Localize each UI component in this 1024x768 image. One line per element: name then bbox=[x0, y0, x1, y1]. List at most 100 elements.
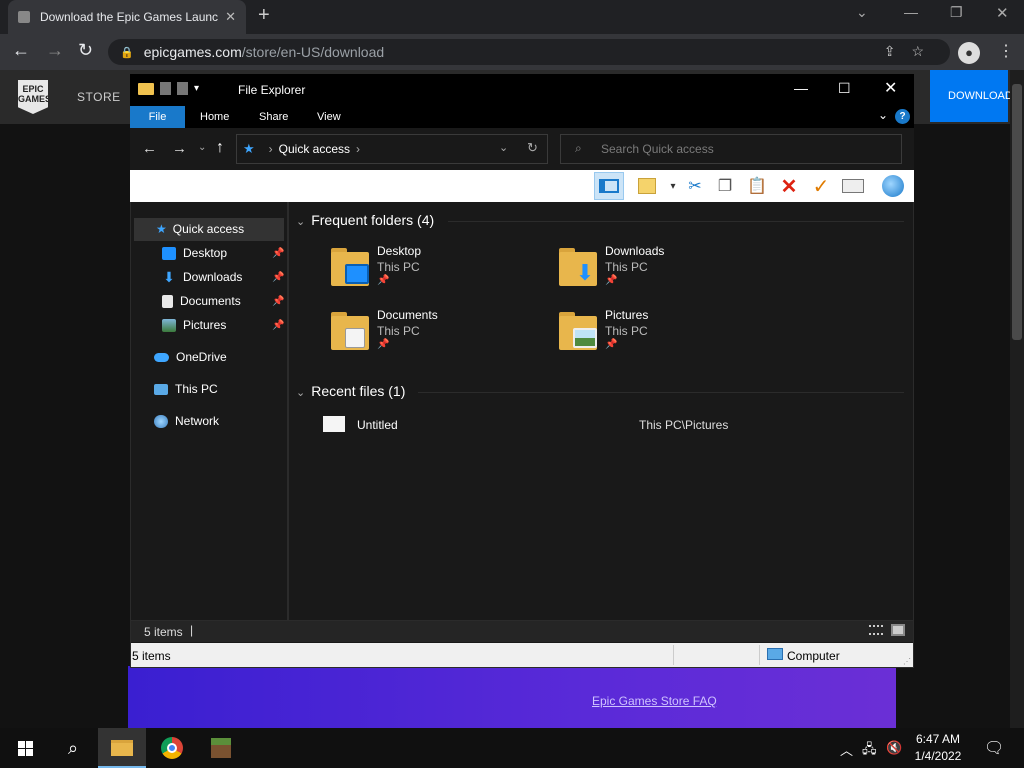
windows-icon bbox=[17, 740, 33, 756]
image-file-icon bbox=[323, 416, 345, 432]
folder-location: This PC bbox=[377, 260, 420, 274]
tab-file[interactable]: File bbox=[130, 106, 185, 128]
explorer-forward-icon[interactable]: → bbox=[172, 140, 187, 157]
explorer-close-icon[interactable]: ✕ bbox=[884, 78, 897, 98]
taskbar-clock[interactable]: 6:47 AM 1/4/2022 bbox=[910, 731, 966, 765]
large-icons-view-icon[interactable] bbox=[891, 624, 905, 636]
tab-share[interactable]: Share bbox=[259, 106, 288, 128]
start-button[interactable] bbox=[12, 728, 38, 768]
pin-icon: 📌 bbox=[377, 275, 390, 286]
refresh-icon[interactable]: ↻ bbox=[527, 140, 538, 156]
recent-locations-icon[interactable]: ⌄ bbox=[198, 142, 206, 153]
search-taskbar-icon[interactable]: ⌕ bbox=[58, 728, 88, 768]
sidebar-item-label: Network bbox=[175, 414, 220, 428]
sidebar-item-downloads[interactable]: ⬇ Downloads 📌 bbox=[162, 266, 284, 288]
network-icon bbox=[154, 414, 168, 428]
path-dropdown-icon[interactable]: ⌄ bbox=[499, 141, 508, 154]
explorer-maximize-icon[interactable]: ☐ bbox=[838, 80, 851, 97]
menu-icon[interactable]: ⋮ bbox=[998, 41, 1014, 61]
sidebar-item-pictures[interactable]: Pictures 📌 bbox=[162, 314, 284, 336]
address-bar[interactable]: 🔒 epicgames.com/store/en-US/download ⇪☆ bbox=[108, 39, 950, 65]
tab-search-icon[interactable]: ⌄ bbox=[856, 4, 868, 21]
profile-icon[interactable]: ● bbox=[958, 42, 980, 64]
sidebar-item-this-pc[interactable]: This PC bbox=[154, 378, 218, 400]
navigation-pane-icon[interactable] bbox=[596, 174, 622, 198]
collapse-chevron-icon[interactable]: ⌄ bbox=[296, 216, 305, 228]
sidebar-item-label: Documents bbox=[180, 294, 241, 308]
cut-icon[interactable]: ✂ bbox=[682, 174, 708, 198]
ribbon-tabs: File Home Share View ⌄ ? bbox=[130, 106, 914, 128]
pane-divider[interactable] bbox=[287, 202, 289, 620]
section-divider bbox=[418, 392, 904, 393]
properties-icon[interactable] bbox=[160, 82, 171, 95]
search-input[interactable]: ⌕ Search Quick access bbox=[560, 134, 902, 164]
folder-location: This PC bbox=[605, 260, 648, 274]
details-view-icon[interactable] bbox=[869, 625, 883, 635]
tab-home[interactable]: Home bbox=[200, 106, 229, 128]
collapse-chevron-icon[interactable]: ⌄ bbox=[296, 387, 305, 399]
paste-icon[interactable]: 📋 bbox=[744, 174, 770, 198]
folder-tile-downloads[interactable]: ⬇ Downloads This PC 📌 bbox=[559, 244, 779, 300]
close-tab-icon[interactable]: ✕ bbox=[225, 9, 236, 25]
pin-icon[interactable]: 📌 bbox=[272, 320, 284, 331]
sidebar-item-documents[interactable]: Documents 📌 bbox=[162, 290, 284, 312]
sidebar-item-onedrive[interactable]: OneDrive bbox=[154, 346, 227, 368]
address-path[interactable]: ★ › Quick access › ⌄ ↻ bbox=[236, 134, 548, 164]
customize-chevron-icon[interactable]: ▾ bbox=[194, 83, 199, 94]
forward-icon[interactable]: → bbox=[46, 40, 64, 61]
folder-tile-pictures[interactable]: Pictures This PC 📌 bbox=[559, 308, 779, 364]
path-chevron-icon[interactable]: › bbox=[356, 142, 360, 156]
notifications-icon[interactable]: 🗨 bbox=[984, 738, 1004, 758]
close-window-icon[interactable]: ✕ bbox=[996, 4, 1009, 22]
volume-muted-icon[interactable]: 🔇 bbox=[886, 740, 902, 756]
restore-icon[interactable]: ❐ bbox=[950, 4, 963, 21]
tray-overflow-icon[interactable]: ︿ bbox=[840, 740, 853, 759]
folder-tile-desktop[interactable]: Desktop This PC 📌 bbox=[331, 244, 551, 300]
sidebar-item-network[interactable]: Network bbox=[154, 410, 219, 432]
zone-label: Computer bbox=[787, 649, 840, 663]
globe-icon[interactable] bbox=[880, 174, 906, 198]
new-note-icon[interactable] bbox=[634, 174, 660, 198]
tab-view[interactable]: View bbox=[317, 106, 341, 128]
sidebar-item-desktop[interactable]: Desktop 📌 bbox=[162, 242, 284, 264]
pin-icon[interactable]: 📌 bbox=[272, 248, 284, 259]
network-tray-icon[interactable]: 🖧 bbox=[862, 740, 877, 762]
file-explorer-icon[interactable] bbox=[110, 728, 134, 768]
copy-icon[interactable]: ❐ bbox=[712, 174, 738, 198]
epic-logo[interactable]: EPIC GAMES bbox=[18, 80, 48, 114]
rename-check-icon[interactable]: ✓ bbox=[808, 174, 834, 198]
faq-link[interactable]: Epic Games Store FAQ bbox=[592, 694, 717, 708]
folder-tile-documents[interactable]: Documents This PC 📌 bbox=[331, 308, 551, 364]
pin-icon[interactable]: 📌 bbox=[272, 296, 284, 307]
frequent-folders-header[interactable]: ⌄ Frequent folders (4) bbox=[296, 212, 434, 228]
share-star-icons[interactable]: ⇪☆ bbox=[884, 43, 940, 60]
path-segment[interactable]: Quick access bbox=[279, 142, 350, 156]
reload-icon[interactable]: ↻ bbox=[78, 40, 93, 61]
page-icon bbox=[18, 11, 30, 23]
browser-tab[interactable]: Download the Epic Games Launc ✕ bbox=[8, 0, 246, 34]
pin-icon: 📌 bbox=[605, 275, 618, 286]
download-button[interactable]: DOWNLOAD bbox=[930, 70, 1013, 122]
help-icon[interactable]: ? bbox=[895, 109, 910, 124]
resize-grip-icon[interactable]: ⋰ bbox=[903, 657, 911, 666]
pin-icon[interactable]: 📌 bbox=[272, 272, 284, 283]
back-icon[interactable]: ← bbox=[12, 40, 30, 61]
properties-card-icon[interactable] bbox=[840, 174, 866, 198]
new-tab-button[interactable]: + bbox=[258, 4, 270, 27]
sidebar-item-quick-access[interactable]: ★ Quick access bbox=[156, 218, 244, 240]
status-divider bbox=[673, 645, 674, 665]
explorer-minimize-icon[interactable]: — bbox=[794, 80, 808, 96]
chrome-icon[interactable] bbox=[158, 728, 186, 768]
explorer-back-icon[interactable]: ← bbox=[142, 140, 157, 157]
pictures-folder-icon bbox=[559, 310, 599, 350]
downloads-folder-icon: ⬇ bbox=[559, 246, 599, 286]
expand-ribbon-icon[interactable]: ⌄ bbox=[878, 108, 888, 122]
minimize-icon[interactable]: — bbox=[904, 4, 918, 20]
new-folder-icon[interactable] bbox=[177, 82, 188, 95]
minecraft-icon[interactable] bbox=[208, 728, 234, 768]
recent-files-header[interactable]: ⌄ Recent files (1) bbox=[296, 383, 405, 399]
scrollbar-thumb[interactable] bbox=[1012, 84, 1022, 340]
delete-icon[interactable]: ✕ bbox=[776, 174, 802, 198]
store-link[interactable]: STORE bbox=[77, 90, 121, 104]
up-icon[interactable]: ↑ bbox=[216, 139, 224, 157]
